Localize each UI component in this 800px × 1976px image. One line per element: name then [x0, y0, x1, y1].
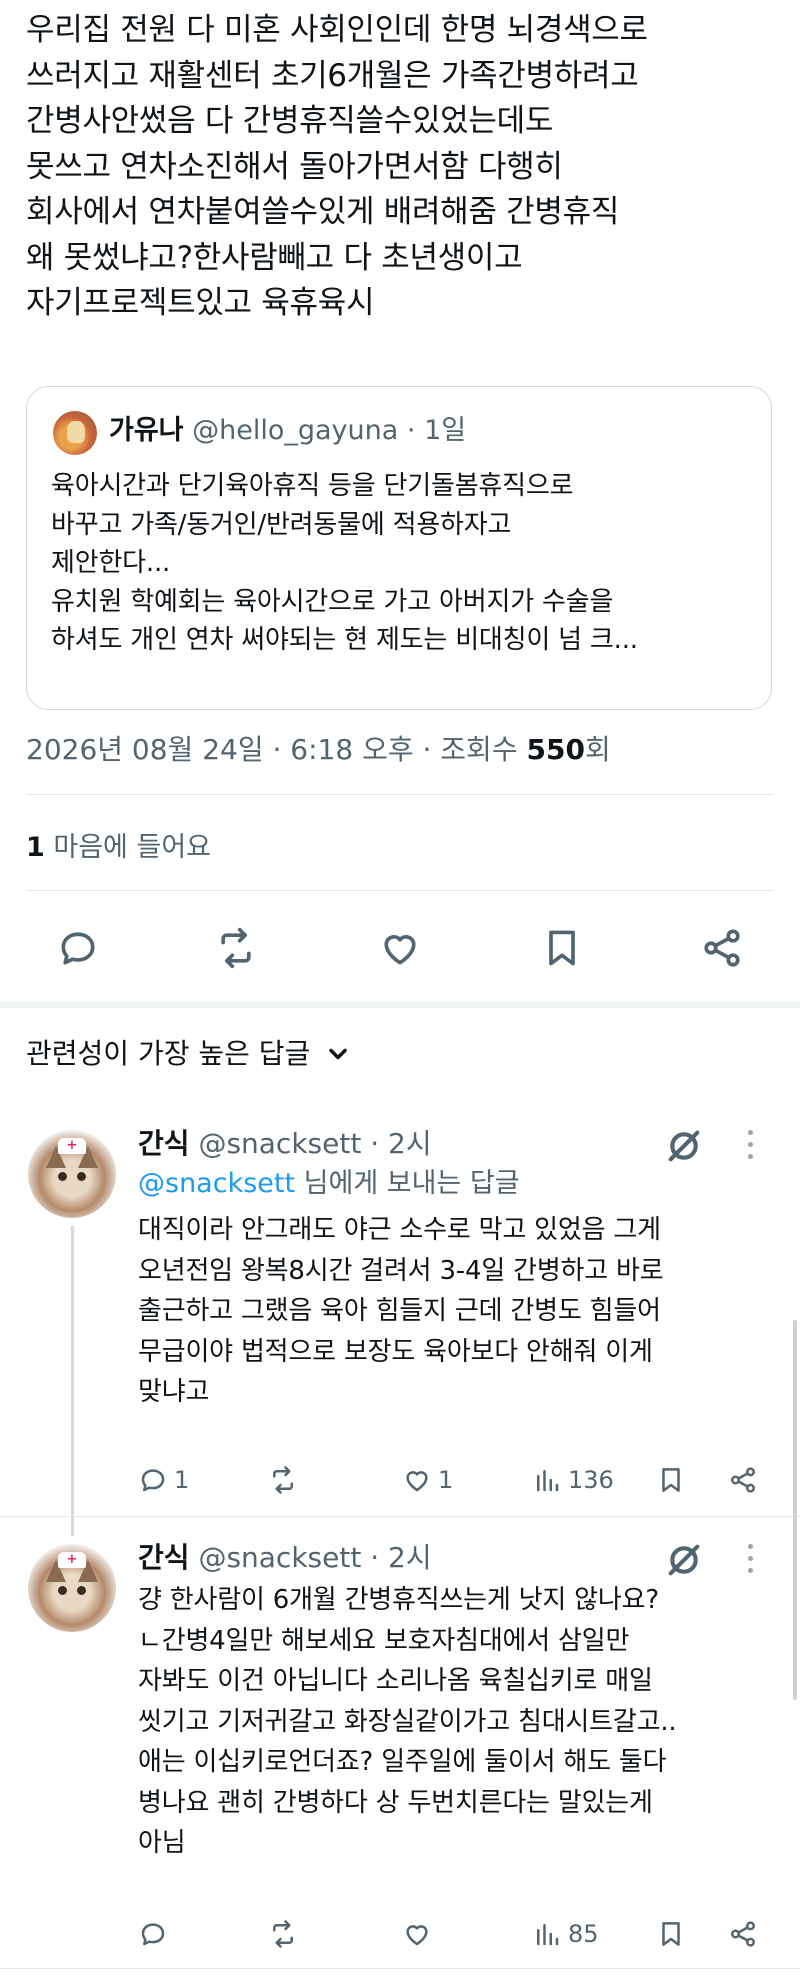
reply-like-button[interactable]: 1: [402, 1460, 453, 1500]
reply-author-line: 간식 @snacksett · 2시: [138, 1536, 432, 1580]
share-button[interactable]: [694, 920, 750, 976]
reply-reply-button[interactable]: 1: [138, 1460, 189, 1500]
likes-label: 마음에 들어요: [44, 832, 212, 863]
grok-icon[interactable]: [664, 1126, 704, 1166]
divider: [26, 794, 774, 795]
reply-action-bar: 1 1 136: [138, 1460, 770, 1500]
bookmark-icon: [662, 1468, 680, 1492]
view-count: 136: [568, 1466, 614, 1494]
reply-retweet-button[interactable]: [268, 1914, 304, 1954]
reply-bookmark-button[interactable]: [656, 1914, 686, 1954]
reply-like-button[interactable]: [402, 1914, 438, 1954]
reply-button[interactable]: [50, 920, 106, 976]
avatar[interactable]: +: [28, 1130, 116, 1218]
reply-author-handle[interactable]: @snacksett: [198, 1541, 361, 1574]
retweet-icon: [221, 927, 251, 969]
quote-author-handle[interactable]: @hello_gayuna: [192, 415, 398, 446]
post-text: 우리집 전원 다 미혼 사회인인데 한명 뇌경색으로 쓰러지고 재활센터 초기6…: [26, 12, 648, 321]
share-icon: [731, 1467, 755, 1493]
more-options-icon[interactable]: [746, 1544, 754, 1580]
sort-label: 관련성이 가장 높은 답글: [26, 1037, 311, 1070]
like-count: 1: [438, 1466, 454, 1494]
analytics-icon: [537, 1470, 559, 1492]
reply-count: 1: [174, 1466, 190, 1494]
quote-author-avatar[interactable]: [53, 411, 97, 455]
reply-bookmark-button[interactable]: [656, 1460, 686, 1500]
retweet-icon: [273, 1920, 293, 1948]
analytics-icon: [537, 1924, 559, 1946]
view-count: 85: [568, 1920, 599, 1948]
heart-icon: [406, 1471, 428, 1492]
divider: [26, 890, 774, 891]
reply-share-button[interactable]: [728, 1914, 758, 1954]
post-action-bar: [26, 920, 774, 976]
retweet-icon: [273, 1466, 293, 1494]
more-options-icon[interactable]: [746, 1130, 754, 1166]
reply-reply-button[interactable]: [138, 1914, 174, 1954]
replying-to-handle[interactable]: @snacksett: [138, 1168, 295, 1199]
quoted-tweet-card[interactable]: 가유나 @hello_gayuna · 1일 육아시간과 단기육아휴직 등을 단…: [26, 386, 772, 710]
divider: [0, 1968, 800, 1969]
reply-icon: [141, 1923, 165, 1946]
bookmark-icon: [549, 930, 575, 966]
reply-time: · 2시: [370, 1541, 432, 1574]
like-button[interactable]: [372, 920, 428, 976]
reply-views-button[interactable]: 85: [532, 1914, 599, 1954]
reply-action-bar: 85: [138, 1914, 770, 1954]
scrollbar[interactable]: [793, 1320, 797, 1700]
replying-to-suffix: 님에게 보내는 답글: [295, 1168, 520, 1199]
thread-connector-line: [71, 1226, 74, 1536]
reply-retweet-button[interactable]: [268, 1460, 304, 1500]
bookmark-button[interactable]: [534, 920, 590, 976]
reply-icon: [61, 932, 95, 965]
reply-views-button[interactable]: 136: [532, 1460, 614, 1500]
likes-count: 1: [26, 832, 45, 863]
section-separator: [0, 1002, 800, 1008]
quote-author-line: 가유나 @hello_gayuna · 1일: [109, 409, 466, 453]
avatar[interactable]: +: [28, 1544, 116, 1632]
chevron-down-icon: [329, 1048, 348, 1060]
retweet-button[interactable]: [208, 920, 264, 976]
divider: [0, 1516, 800, 1517]
quote-text: 육아시간과 단기육아휴직 등을 단기돌봄휴직으로 바꾸고 가족/동거인/반려동물…: [51, 471, 638, 655]
replying-to-line: @snacksett 님에게 보내는 답글: [138, 1162, 520, 1206]
share-icon: [704, 929, 740, 967]
timestamp-text: 2026년 08월 24일 · 6:18 오후 · 조회수: [26, 733, 527, 766]
quote-author-name[interactable]: 가유나: [109, 415, 184, 446]
reply-author-line: 간식 @snacksett · 2시: [138, 1122, 432, 1166]
reply-sort-selector[interactable]: 관련성이 가장 높은 답글: [26, 1026, 352, 1082]
view-suffix: 회: [584, 733, 611, 766]
likes-summary[interactable]: 1 마음에 들어요: [26, 826, 211, 870]
reply-text: 걍 한사람이 6개월 간병휴직쓰는게 낫지 않나요? ㄴ간병4일만 해보세요 보…: [138, 1585, 677, 1858]
reply-time: · 2시: [370, 1127, 432, 1160]
reply-author-handle[interactable]: @snacksett: [198, 1127, 361, 1160]
bookmark-icon: [662, 1922, 680, 1946]
grok-icon[interactable]: [664, 1540, 704, 1580]
reply-icon: [141, 1469, 165, 1492]
view-count[interactable]: 550: [526, 733, 584, 766]
reply-author-name[interactable]: 간식: [138, 1541, 190, 1574]
quote-time: · 1일: [406, 415, 467, 446]
reply-text: 대직이라 안그래도 야근 소수로 막고 있었음 그게 오년전임 왕복8시간 걸려…: [138, 1215, 664, 1407]
reply-share-button[interactable]: [728, 1460, 758, 1500]
post-timestamp: 2026년 08월 24일 · 6:18 오후 · 조회수 550회: [26, 728, 611, 772]
heart-icon: [384, 935, 416, 965]
share-icon: [731, 1921, 755, 1947]
reply-author-name[interactable]: 간식: [138, 1127, 190, 1160]
heart-icon: [406, 1925, 428, 1946]
